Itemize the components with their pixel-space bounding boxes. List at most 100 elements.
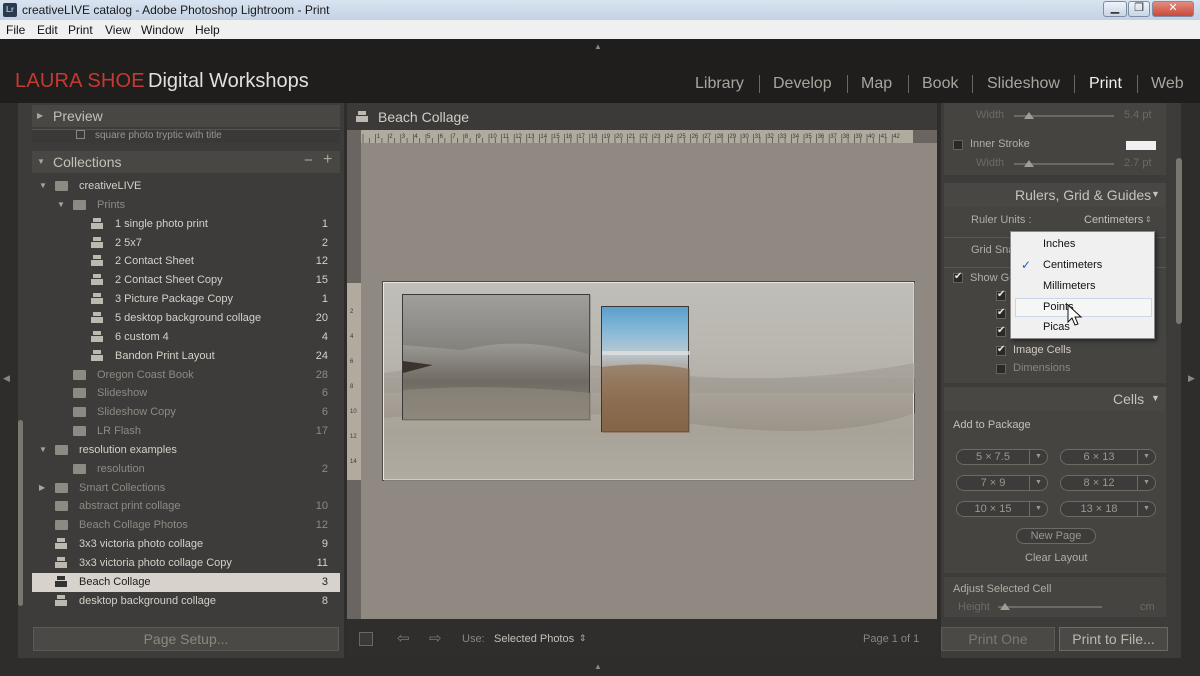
width-slider-2-knob[interactable]: [1024, 160, 1034, 167]
photo-cell-2[interactable]: [601, 306, 690, 433]
menu-option-centimeters[interactable]: Centimeters: [1043, 259, 1102, 271]
photo-cell-1[interactable]: [402, 294, 591, 421]
collection-item[interactable]: ▼ Prints: [32, 196, 340, 215]
ruler-units-dropdown-icon[interactable]: ⇕: [1145, 215, 1152, 224]
collection-item[interactable]: resolution 2: [32, 460, 340, 479]
module-print[interactable]: Print: [1089, 75, 1122, 93]
dropdown-arrow-icon[interactable]: ▼: [1029, 476, 1047, 490]
dropdown-arrow-icon[interactable]: ▼: [1137, 476, 1155, 490]
collection-item[interactable]: ▶ Smart Collections: [32, 479, 340, 498]
dropdown-arrow-icon[interactable]: ▼: [1137, 502, 1155, 516]
module-slideshow[interactable]: Slideshow: [987, 75, 1060, 93]
dropdown-arrow-icon[interactable]: ▼: [1137, 450, 1155, 464]
view-mode-icon[interactable]: [359, 632, 373, 646]
collection-item[interactable]: desktop background collage 8: [32, 592, 340, 611]
collection-item[interactable]: 3x3 victoria photo collage 9: [32, 535, 340, 554]
dropdown-arrow-icon[interactable]: ▼: [1029, 502, 1047, 516]
collection-item[interactable]: 6 custom 4 4: [32, 328, 340, 347]
size-button-7x9[interactable]: 7 × 9 ▼: [956, 475, 1048, 491]
module-library[interactable]: Library: [695, 75, 744, 93]
print-collection-icon: [55, 594, 67, 607]
inner-stroke-color-swatch[interactable]: [1126, 141, 1156, 150]
size-button-10x15[interactable]: 10 × 15 ▼: [956, 501, 1048, 517]
page-setup-button[interactable]: Page Setup...: [33, 627, 339, 651]
collection-item[interactable]: Beach Collage Photos 12: [32, 516, 340, 535]
menu-option-inches[interactable]: Inches: [1043, 238, 1075, 250]
rulers-grid-guides-header[interactable]: Rulers, Grid & Guides ▼: [944, 183, 1166, 207]
collection-item[interactable]: ▼ creativeLIVE: [32, 177, 340, 196]
menu-window[interactable]: Window: [141, 23, 184, 37]
collapse-top-arrow-icon[interactable]: ▲: [594, 42, 602, 51]
width-slider-1-knob[interactable]: [1024, 112, 1034, 119]
template-item[interactable]: square photo tryptic with title: [32, 129, 340, 143]
expand-triangle-icon[interactable]: ▼: [57, 200, 65, 209]
use-selector[interactable]: Selected Photos: [494, 633, 574, 645]
collection-item[interactable]: 2 Contact Sheet Copy 15: [32, 271, 340, 290]
guide-checkbox-2[interactable]: [996, 307, 1006, 319]
menu-edit[interactable]: Edit: [37, 23, 58, 37]
module-book[interactable]: Book: [922, 75, 958, 93]
collapse-bottom-arrow-icon[interactable]: ▲: [594, 662, 602, 671]
size-button-8x12[interactable]: 8 × 12 ▼: [1060, 475, 1156, 491]
module-develop[interactable]: Develop: [773, 75, 832, 93]
dimensions-checkbox[interactable]: [996, 364, 1006, 374]
collection-item[interactable]: 3 Picture Package Copy 1: [32, 290, 340, 309]
new-page-button[interactable]: New Page: [1016, 528, 1096, 544]
menu-option-millimeters[interactable]: Millimeters: [1043, 280, 1096, 292]
module-web[interactable]: Web: [1151, 75, 1184, 93]
expand-triangle-icon[interactable]: ▶: [39, 483, 45, 492]
dropdown-arrow-icon[interactable]: ▼: [1029, 450, 1047, 464]
print-one-button[interactable]: Print One: [941, 627, 1055, 651]
use-dropdown-icon[interactable]: ⇕: [579, 633, 587, 644]
collection-item[interactable]: Slideshow Copy 6: [32, 403, 340, 422]
cells-header[interactable]: Cells ▼: [944, 387, 1166, 411]
collection-item[interactable]: 1 single photo print 1: [32, 215, 340, 234]
ruler-units-dropdown[interactable]: Centimeters: [1084, 214, 1143, 226]
menu-file[interactable]: File: [6, 23, 25, 37]
collection-item[interactable]: 2 5x7 2: [32, 234, 340, 253]
collection-item[interactable]: Bandon Print Layout 24: [32, 347, 340, 366]
minimize-button[interactable]: ▁: [1103, 1, 1127, 17]
menu-print[interactable]: Print: [68, 23, 93, 37]
remove-collection-button[interactable]: −: [304, 152, 313, 169]
menu-help[interactable]: Help: [195, 23, 220, 37]
collection-item[interactable]: Beach Collage 3: [32, 572, 340, 592]
next-page-arrow-icon[interactable]: ⇨: [429, 629, 442, 647]
guide-checkbox-1[interactable]: [996, 289, 1006, 301]
collection-item[interactable]: Slideshow 6: [32, 384, 340, 403]
collection-item[interactable]: Oregon Coast Book 28: [32, 366, 340, 385]
collapse-left-arrow-icon[interactable]: ◀: [3, 373, 10, 384]
height-slider[interactable]: [998, 606, 1102, 608]
height-slider-knob[interactable]: [1000, 603, 1010, 610]
collapse-right-arrow-icon[interactable]: ▶: [1188, 373, 1195, 384]
clear-layout-button[interactable]: Clear Layout: [1025, 552, 1087, 564]
collection-item[interactable]: LR Flash 17: [32, 422, 340, 441]
collection-item[interactable]: 2 Contact Sheet 12: [32, 252, 340, 271]
left-scrollbar[interactable]: [18, 420, 23, 606]
expand-triangle-icon[interactable]: ▼: [39, 181, 47, 190]
show-guides-checkbox[interactable]: [953, 271, 963, 283]
menu-view[interactable]: View: [105, 23, 131, 37]
guide-checkbox-3[interactable]: [996, 325, 1006, 337]
collection-label: creativeLIVE: [79, 180, 142, 192]
preview-panel-header[interactable]: ▶ Preview: [32, 105, 340, 127]
module-map[interactable]: Map: [861, 75, 892, 93]
image-cells-checkbox[interactable]: [996, 344, 1006, 356]
menu-option-picas[interactable]: Picas: [1043, 321, 1070, 333]
size-button-13x18[interactable]: 13 × 18 ▼: [1060, 501, 1156, 517]
print-to-file-button[interactable]: Print to File...: [1059, 627, 1168, 651]
size-button-5x7.5[interactable]: 5 × 7.5 ▼: [956, 449, 1048, 465]
maximize-button[interactable]: ❐: [1128, 1, 1150, 17]
collection-item[interactable]: ▼ resolution examples: [32, 441, 340, 460]
collection-item[interactable]: 5 desktop background collage 20: [32, 309, 340, 328]
size-button-6x13[interactable]: 6 × 13 ▼: [1060, 449, 1156, 465]
close-button[interactable]: ✕: [1152, 1, 1194, 17]
collection-item[interactable]: abstract print collage 10: [32, 497, 340, 516]
add-collection-button[interactable]: +: [323, 151, 332, 169]
right-scrollbar[interactable]: [1176, 158, 1182, 324]
expand-triangle-icon[interactable]: ▼: [39, 445, 47, 454]
collections-panel-header[interactable]: ▼ Collections − +: [32, 151, 340, 173]
inner-stroke-checkbox[interactable]: [953, 140, 963, 150]
collection-item[interactable]: 3x3 victoria photo collage Copy 11: [32, 554, 340, 573]
previous-page-arrow-icon[interactable]: ⇦: [397, 629, 410, 647]
